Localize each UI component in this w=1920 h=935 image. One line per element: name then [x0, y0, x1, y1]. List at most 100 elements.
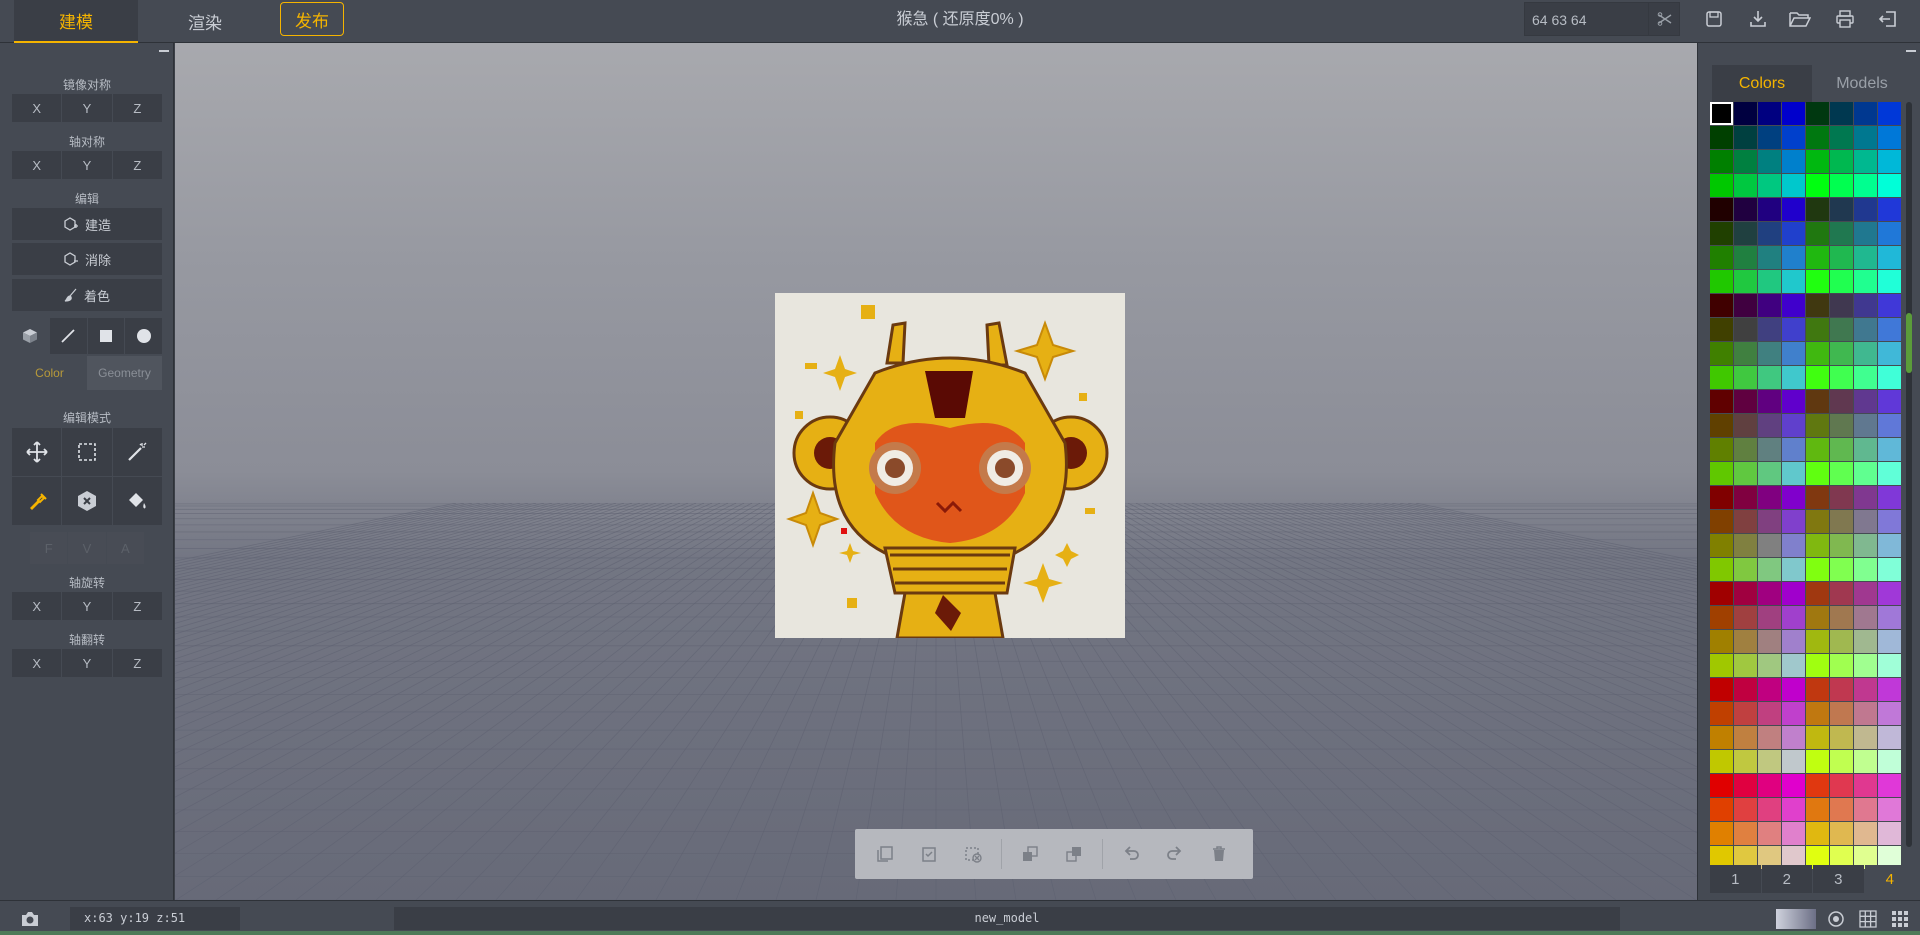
color-swatch[interactable] — [1854, 102, 1877, 125]
color-swatch[interactable] — [1734, 318, 1757, 341]
color-swatch[interactable] — [1830, 822, 1853, 845]
delete-button[interactable] — [1197, 832, 1241, 876]
redo-button[interactable] — [1153, 832, 1197, 876]
color-swatch[interactable] — [1734, 438, 1757, 461]
color-swatch[interactable] — [1806, 294, 1829, 317]
color-swatch[interactable] — [1806, 822, 1829, 845]
color-swatch[interactable] — [1710, 462, 1733, 485]
color-swatch[interactable] — [1710, 582, 1733, 605]
color-swatch[interactable] — [1830, 558, 1853, 581]
color-swatch[interactable] — [1758, 174, 1781, 197]
color-swatch[interactable] — [1758, 630, 1781, 653]
palette-page-1[interactable]: 1 — [1710, 865, 1761, 893]
color-swatch[interactable] — [1758, 582, 1781, 605]
color-swatch[interactable] — [1806, 318, 1829, 341]
color-swatch[interactable] — [1734, 510, 1757, 533]
color-swatch[interactable] — [1734, 606, 1757, 629]
color-swatch[interactable] — [1734, 246, 1757, 269]
color-swatch[interactable] — [1710, 438, 1733, 461]
color-swatch[interactable] — [1710, 678, 1733, 701]
color-swatch[interactable] — [1758, 534, 1781, 557]
palette-scroll-thumb[interactable] — [1906, 313, 1912, 373]
color-swatch[interactable] — [1830, 414, 1853, 437]
color-swatch[interactable] — [1734, 462, 1757, 485]
color-swatch[interactable] — [1830, 222, 1853, 245]
download-icon[interactable] — [1746, 7, 1770, 31]
color-swatch[interactable] — [1710, 486, 1733, 509]
color-swatch[interactable] — [1830, 486, 1853, 509]
color-swatch[interactable] — [1782, 270, 1805, 293]
color-swatch[interactable] — [1734, 630, 1757, 653]
color-swatch[interactable] — [1806, 246, 1829, 269]
color-swatch[interactable] — [1878, 414, 1901, 437]
color-swatch[interactable] — [1782, 822, 1805, 845]
duplicate-button[interactable] — [1008, 832, 1052, 876]
color-swatch[interactable] — [1878, 510, 1901, 533]
axis-sym-x-button[interactable]: X — [12, 151, 62, 179]
color-swatch[interactable] — [1854, 726, 1877, 749]
color-swatch[interactable] — [1830, 102, 1853, 125]
color-swatch[interactable] — [1878, 774, 1901, 797]
shape-rect-button[interactable] — [87, 318, 125, 354]
color-swatch[interactable] — [1854, 198, 1877, 221]
color-swatch[interactable] — [1806, 150, 1829, 173]
color-swatch[interactable] — [1830, 582, 1853, 605]
collapse-right-panel-button[interactable] — [1906, 45, 1916, 55]
color-swatch[interactable] — [1758, 390, 1781, 413]
color-swatch[interactable] — [1806, 342, 1829, 365]
erase-button[interactable]: 消除 — [12, 243, 162, 275]
fill-bucket-tool-button[interactable] — [112, 477, 162, 525]
color-swatch[interactable] — [1710, 606, 1733, 629]
color-swatch[interactable] — [1830, 246, 1853, 269]
color-swatch[interactable] — [1734, 558, 1757, 581]
publish-button[interactable]: 发布 — [280, 2, 344, 36]
color-swatch[interactable] — [1710, 150, 1733, 173]
color-swatch[interactable] — [1854, 606, 1877, 629]
color-swatch[interactable] — [1782, 102, 1805, 125]
color-swatch[interactable] — [1806, 270, 1829, 293]
exit-icon[interactable] — [1876, 7, 1900, 31]
color-swatch[interactable] — [1878, 270, 1901, 293]
mode-geometry-button[interactable]: Geometry — [87, 356, 162, 390]
color-swatch[interactable] — [1758, 702, 1781, 725]
axis-sym-z-button[interactable]: Z — [112, 151, 162, 179]
color-swatch[interactable] — [1854, 654, 1877, 677]
color-swatch[interactable] — [1710, 342, 1733, 365]
color-swatch[interactable] — [1878, 198, 1901, 221]
color-swatch[interactable] — [1830, 750, 1853, 773]
color-swatch[interactable] — [1782, 558, 1805, 581]
color-swatch[interactable] — [1734, 342, 1757, 365]
color-swatch[interactable] — [1758, 366, 1781, 389]
flip-x-button[interactable]: X — [12, 649, 62, 677]
tab-render[interactable]: 渲染 — [140, 0, 270, 43]
color-swatch[interactable] — [1830, 654, 1853, 677]
color-swatch[interactable] — [1758, 342, 1781, 365]
color-swatch[interactable] — [1782, 222, 1805, 245]
color-swatch[interactable] — [1854, 366, 1877, 389]
mirror-y-button[interactable]: Y — [62, 94, 112, 122]
color-swatch[interactable] — [1710, 774, 1733, 797]
color-swatch[interactable] — [1710, 366, 1733, 389]
color-swatch[interactable] — [1734, 414, 1757, 437]
palette-page-3[interactable]: 3 — [1813, 865, 1864, 893]
color-swatch[interactable] — [1758, 462, 1781, 485]
color-swatch[interactable] — [1758, 246, 1781, 269]
color-swatch[interactable] — [1710, 534, 1733, 557]
color-swatch[interactable] — [1782, 366, 1805, 389]
color-swatch[interactable] — [1806, 702, 1829, 725]
color-swatch[interactable] — [1878, 678, 1901, 701]
color-swatch[interactable] — [1806, 606, 1829, 629]
color-swatch[interactable] — [1710, 270, 1733, 293]
print-icon[interactable] — [1833, 7, 1857, 31]
color-swatch[interactable] — [1758, 654, 1781, 677]
delete-voxel-tool-button[interactable] — [62, 477, 112, 525]
palette-page-4[interactable]: 4 — [1864, 865, 1915, 893]
color-swatch[interactable] — [1710, 126, 1733, 149]
color-swatch[interactable] — [1782, 678, 1805, 701]
color-swatch[interactable] — [1830, 534, 1853, 557]
color-swatch[interactable] — [1878, 366, 1901, 389]
color-swatch[interactable] — [1734, 750, 1757, 773]
save-icon[interactable] — [1702, 7, 1726, 31]
color-swatch[interactable] — [1806, 174, 1829, 197]
color-swatch[interactable] — [1782, 294, 1805, 317]
